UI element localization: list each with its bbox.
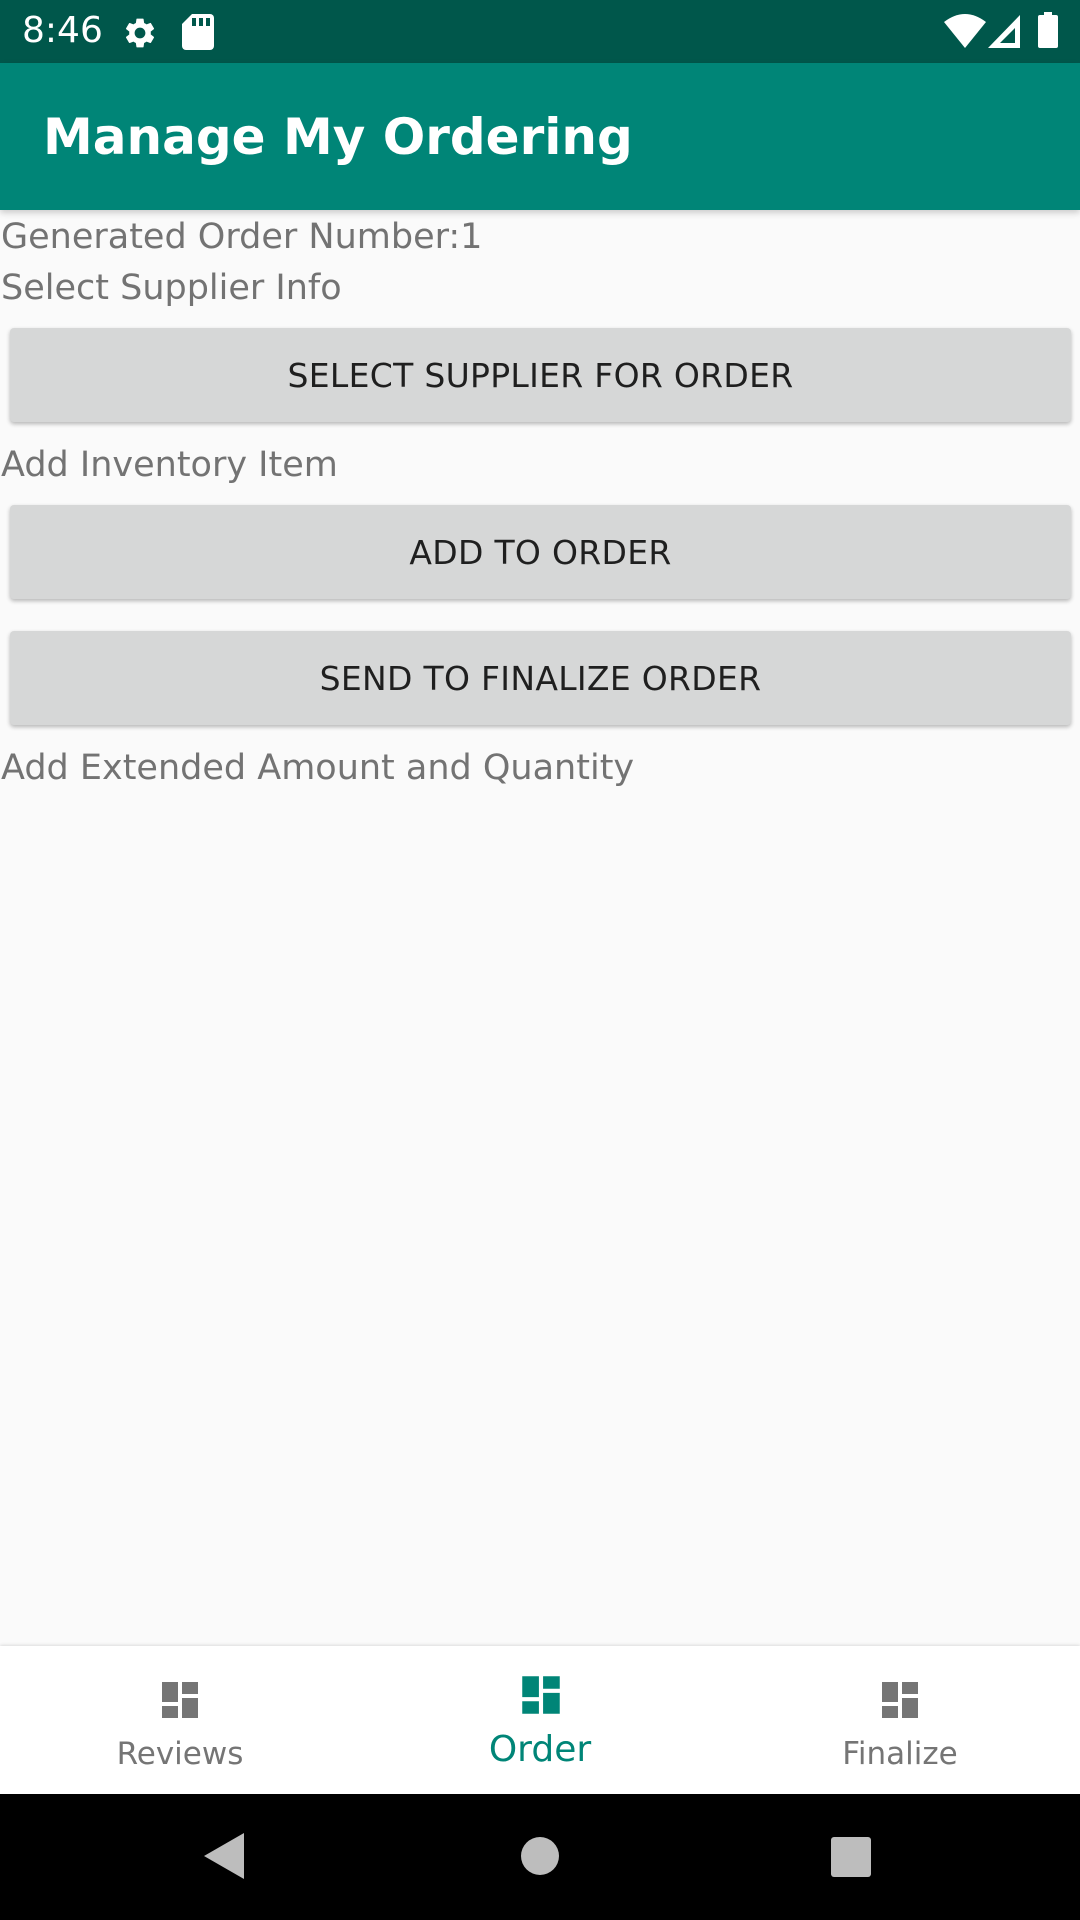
nav-item-finalize[interactable]: Finalize bbox=[720, 1646, 1080, 1794]
cell-signal-icon bbox=[988, 15, 1020, 48]
select-supplier-button[interactable]: SELECT SUPPLIER FOR ORDER bbox=[10, 328, 1071, 422]
battery-icon bbox=[1038, 12, 1058, 48]
inventory-section-label: Add Inventory Item bbox=[1, 445, 338, 485]
home-icon[interactable] bbox=[520, 1836, 560, 1876]
page-title: Manage My Ordering bbox=[43, 108, 633, 166]
nav-label-finalize: Finalize bbox=[842, 1736, 958, 1772]
sd-card-icon bbox=[182, 14, 214, 50]
order-number-label: Generated Order Number:1 bbox=[1, 217, 483, 257]
bottom-navigation: Reviews Order Finalize bbox=[0, 1646, 1080, 1794]
nav-label-reviews: Reviews bbox=[116, 1736, 244, 1772]
app-bar: Manage My Ordering bbox=[0, 63, 1080, 210]
system-navigation-bar bbox=[0, 1794, 1080, 1920]
back-icon[interactable] bbox=[204, 1833, 244, 1879]
nav-item-reviews[interactable]: Reviews bbox=[0, 1646, 360, 1794]
add-to-order-button[interactable]: ADD TO ORDER bbox=[10, 505, 1071, 599]
nav-label-order: Order bbox=[488, 1729, 592, 1770]
dashboard-icon bbox=[162, 1682, 198, 1718]
wifi-icon bbox=[944, 14, 986, 48]
status-bar: 8:46 bbox=[0, 0, 1080, 63]
send-to-finalize-button[interactable]: SEND TO FINALIZE ORDER bbox=[10, 631, 1071, 725]
supplier-section-label: Select Supplier Info bbox=[1, 268, 342, 308]
extended-amount-label: Add Extended Amount and Quantity bbox=[1, 748, 635, 788]
dashboard-icon bbox=[882, 1682, 918, 1718]
dashboard-icon bbox=[522, 1676, 560, 1714]
settings-icon bbox=[125, 18, 155, 48]
recents-icon[interactable] bbox=[831, 1837, 871, 1877]
nav-item-order[interactable]: Order bbox=[360, 1646, 720, 1794]
status-time: 8:46 bbox=[22, 10, 103, 51]
